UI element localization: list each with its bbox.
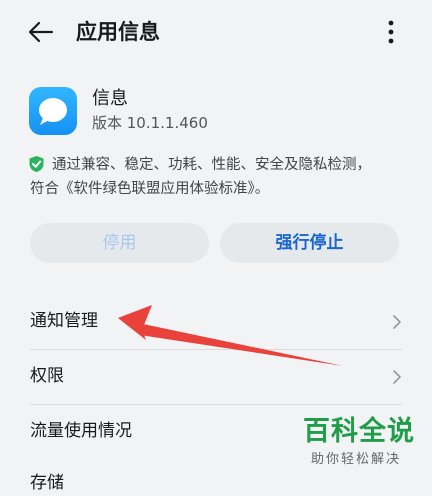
app-name: 信息: [92, 88, 128, 109]
force-stop-button[interactable]: 强行停止: [220, 223, 399, 263]
row-label: 流量使用情况: [30, 421, 132, 441]
notification-management-row[interactable]: 通知管理: [30, 295, 402, 349]
watermark: 百科全说 助你轻松解决: [303, 415, 417, 473]
watermark-subtitle: 助你轻松解决: [311, 452, 402, 467]
back-arrow-icon[interactable]: [28, 20, 54, 44]
chevron-right-icon: [393, 370, 401, 384]
app-bar: 应用信息: [0, 0, 432, 64]
storage-row-partial[interactable]: 存储: [30, 470, 64, 496]
row-label: 通知管理: [30, 311, 98, 331]
more-vertical-icon[interactable]: [381, 18, 401, 46]
app-version: 版本 10.1.1.460: [92, 114, 208, 132]
message-bubble-icon: [29, 87, 77, 135]
page-title: 应用信息: [76, 20, 160, 44]
permissions-row[interactable]: 权限: [30, 349, 402, 404]
watermark-logo: 百科全说: [303, 416, 415, 447]
disable-button[interactable]: 停用: [30, 223, 209, 263]
row-label: 权限: [30, 366, 64, 386]
chevron-right-icon: [393, 315, 401, 329]
compatibility-notice: 通过兼容、稳定、功耗、性能、安全及隐私检测，符合《软件绿色联盟应用体验标准》。: [30, 157, 371, 197]
